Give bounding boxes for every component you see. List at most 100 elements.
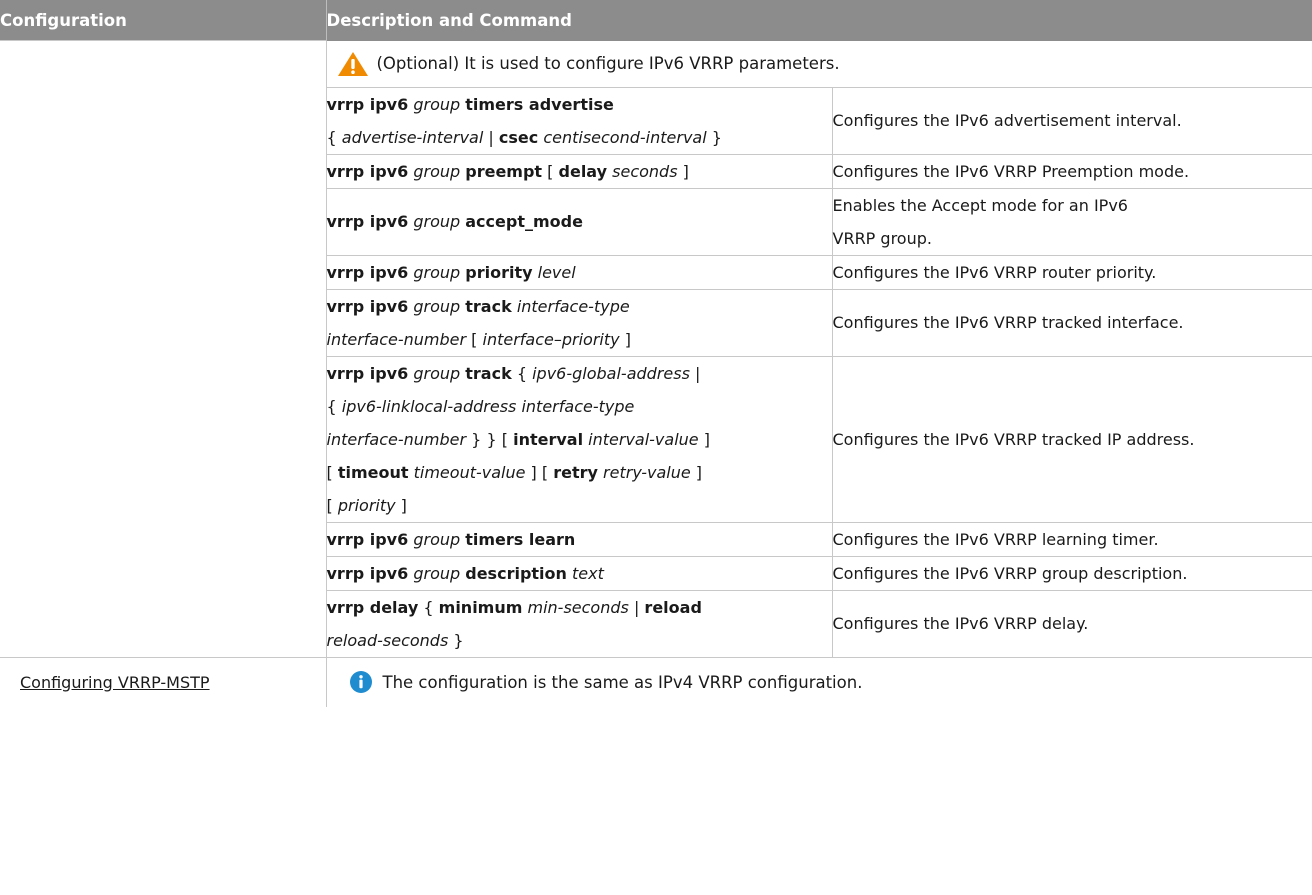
cmd-argument: min-seconds xyxy=(527,597,629,617)
cmd-keyword: timers learn xyxy=(465,529,576,549)
configuration-cell: Configuring VRRP-MSTP xyxy=(0,656,327,707)
cmd-keyword: vrrp ipv6 xyxy=(326,212,409,231)
cmd-argument: level xyxy=(537,262,576,282)
cmd-argument: reload-seconds xyxy=(326,630,449,650)
cmd-keyword: description xyxy=(465,563,567,583)
cmd-argument: group xyxy=(413,262,461,282)
command-cell: vrrp delay { minimum min-seconds | reloa… xyxy=(326,590,833,658)
cmd-argument: group xyxy=(413,94,461,114)
cmd-keyword: retry xyxy=(553,462,598,482)
cmd-argument: group xyxy=(413,563,461,583)
info-icon xyxy=(349,670,373,694)
cmd-keyword: delay xyxy=(558,161,608,181)
cmd-keyword: csec xyxy=(498,127,539,147)
cmd-keyword: interval xyxy=(513,429,584,449)
cmd-symbol: ] xyxy=(703,429,710,449)
cmd-argument: interface-type xyxy=(516,296,630,316)
cmd-keyword: track xyxy=(465,296,512,316)
table-header: Configuration Description and Command xyxy=(0,0,1312,41)
cmd-symbol: [ xyxy=(501,429,508,449)
cmd-symbol: [ xyxy=(471,329,478,349)
cmd-argument: group xyxy=(413,161,461,181)
warning-icon xyxy=(337,51,369,77)
cmd-keyword: reload xyxy=(644,597,702,617)
cmd-symbol: [ xyxy=(541,462,549,482)
description-cell: Configures the IPv6 VRRP router priority… xyxy=(832,255,1312,290)
cmd-argument: interface-number xyxy=(326,329,467,349)
cmd-symbol: ] xyxy=(682,161,689,181)
cmd-symbol: } xyxy=(453,630,464,650)
cmd-symbol: { xyxy=(516,363,527,383)
note-row: (Optional) It is used to configure IPv6 … xyxy=(0,40,1312,658)
description-cell: Configures the IPv6 VRRP group descripti… xyxy=(832,556,1312,591)
description-cell: Enables the Accept mode for an IPv6 VRRP… xyxy=(832,188,1312,256)
cmd-argument: priority xyxy=(337,495,396,515)
cmd-argument: advertise-interval xyxy=(341,127,484,147)
cmd-keyword: priority xyxy=(465,262,533,282)
command-cell: vrrp ipv6 group track interface-type int… xyxy=(326,289,833,357)
command-cell: vrrp ipv6 group track { ipv6-global-addr… xyxy=(326,356,833,523)
cmd-keyword: vrrp ipv6 xyxy=(326,262,409,282)
cmd-symbol: { xyxy=(326,127,337,147)
footer-note-cell: The configuration is the same as IPv4 VR… xyxy=(326,657,1312,707)
cmd-symbol: | xyxy=(695,363,701,383)
cmd-argument: interface-number xyxy=(326,429,467,449)
cmd-keyword: timers advertise xyxy=(465,94,614,114)
command-cell: vrrp ipv6 group priority level xyxy=(326,255,833,290)
cmd-keyword: vrrp ipv6 xyxy=(326,296,409,316)
cmd-keyword: minimum xyxy=(438,597,523,617)
command-cell: vrrp ipv6 group description text xyxy=(326,556,833,591)
cmd-symbol: | xyxy=(488,127,494,147)
cmd-argument: interval-value xyxy=(588,429,699,449)
command-cell: vrrp ipv6 group accept_mode xyxy=(326,188,833,256)
cmd-keyword: vrrp ipv6 xyxy=(326,161,409,181)
cmd-argument: text xyxy=(572,563,604,583)
description-text: Enables the Accept mode for an IPv6 VRRP… xyxy=(832,195,1128,248)
cmd-keyword: vrrp ipv6 xyxy=(326,529,409,549)
cmd-argument: ipv6-global-address xyxy=(532,363,690,383)
cmd-argument: group xyxy=(413,529,461,549)
description-cell: Configures the IPv6 VRRP tracked interfa… xyxy=(832,289,1312,357)
command-cell: vrrp ipv6 group timers learn xyxy=(326,522,833,557)
cmd-symbol: | xyxy=(633,597,640,617)
note-cell: (Optional) It is used to configure IPv6 … xyxy=(326,40,1312,88)
cmd-argument: seconds xyxy=(612,161,678,181)
description-cell: Configures the IPv6 VRRP tracked IP addr… xyxy=(832,356,1312,523)
cmd-keyword: vrrp ipv6 xyxy=(326,563,409,583)
cmd-symbol: [ xyxy=(326,462,333,482)
header-configuration: Configuration xyxy=(0,0,327,41)
cmd-symbol: } xyxy=(711,127,722,147)
cmd-argument: group xyxy=(413,363,461,383)
configuration-table: Configuration Description and Command (O… xyxy=(0,0,1312,707)
configuring-vrrp-mstp-link[interactable]: Configuring VRRP-MSTP xyxy=(0,673,210,692)
cmd-symbol: ] xyxy=(624,329,631,349)
footer-note-text: The configuration is the same as IPv4 VR… xyxy=(382,672,863,692)
cmd-symbol: [ xyxy=(547,161,554,181)
cmd-argument: timeout-value xyxy=(413,462,526,482)
cmd-keyword: accept_mode xyxy=(465,212,583,231)
cmd-keyword: preempt xyxy=(465,161,543,181)
command-cell: vrrp ipv6 group preempt [ delay seconds … xyxy=(326,154,833,189)
cmd-symbol: } xyxy=(486,429,497,449)
cmd-symbol: ] xyxy=(400,495,407,515)
cmd-argument: retry-value xyxy=(603,462,691,482)
description-cell: Configures the IPv6 advertisement interv… xyxy=(832,87,1312,155)
command-cell: vrrp ipv6 group timers advertise { adver… xyxy=(326,87,833,155)
cmd-argument: group xyxy=(413,296,461,316)
cmd-symbol: ] xyxy=(695,462,703,482)
cmd-symbol: ] xyxy=(530,462,537,482)
description-cell: Configures the IPv6 VRRP learning timer. xyxy=(832,522,1312,557)
empty-configuration-cell xyxy=(0,40,327,658)
cmd-keyword: track xyxy=(465,363,512,383)
cmd-symbol: { xyxy=(423,597,434,617)
cmd-argument: interface-type xyxy=(521,396,635,416)
cmd-argument: interface–priority xyxy=(482,329,620,349)
cmd-argument: ipv6-linklocal-address xyxy=(341,396,517,416)
cmd-keyword: vrrp ipv6 xyxy=(326,94,409,114)
cmd-argument: centisecond-interval xyxy=(543,127,707,147)
cmd-symbol: } xyxy=(471,429,482,449)
header-description: Description and Command xyxy=(326,0,1312,41)
note-text: (Optional) It is used to configure IPv6 … xyxy=(376,54,840,73)
cmd-argument: group xyxy=(413,212,461,231)
description-cell: Configures the IPv6 VRRP Preemption mode… xyxy=(832,154,1312,189)
